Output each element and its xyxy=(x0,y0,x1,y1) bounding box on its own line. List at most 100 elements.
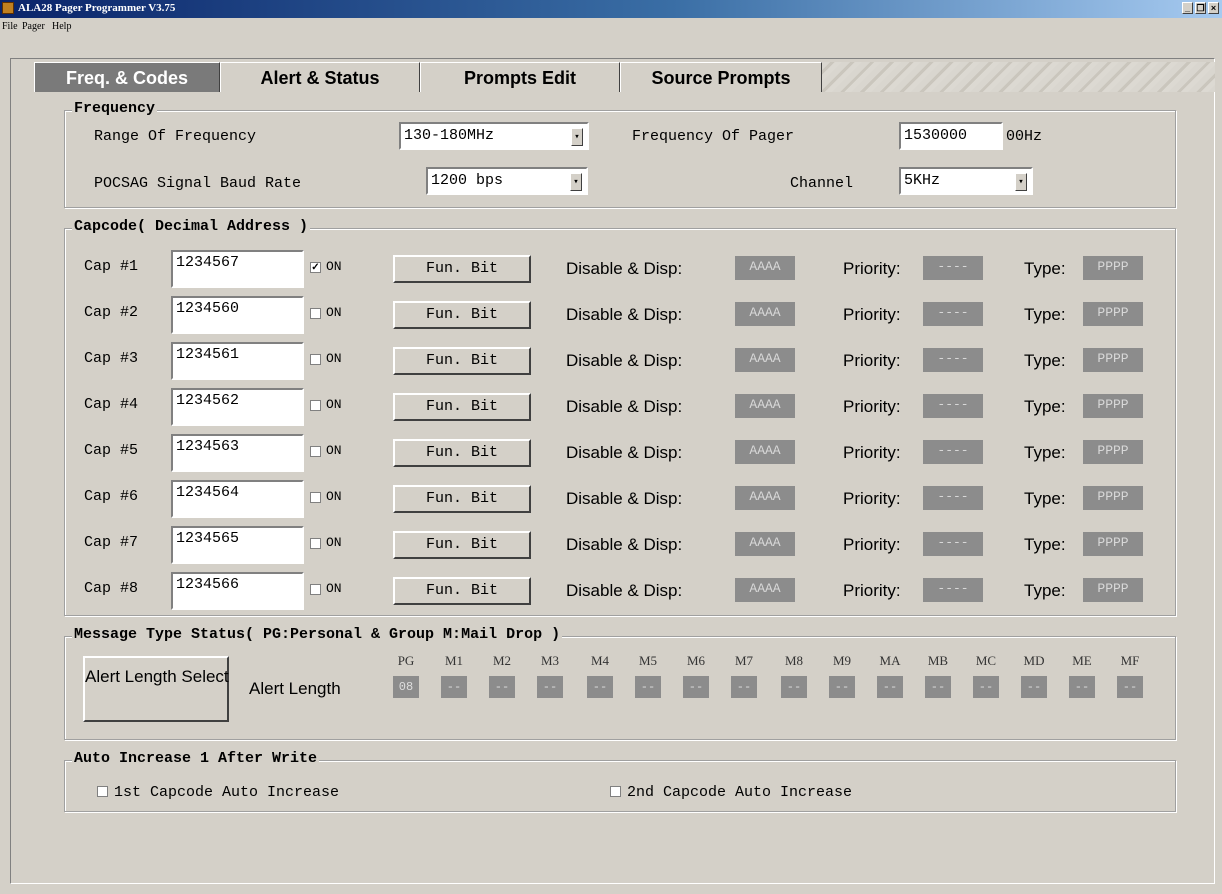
disable-disp-value[interactable]: AAAA xyxy=(735,394,795,418)
disable-disp-value[interactable]: AAAA xyxy=(735,578,795,602)
fun-bit-button[interactable]: Fun. Bit xyxy=(393,301,531,329)
disable-disp-value[interactable]: AAAA xyxy=(735,532,795,556)
capcode-input[interactable]: 1234562 xyxy=(171,388,304,426)
capcode-input[interactable]: 1234564 xyxy=(171,480,304,518)
capcode-input[interactable]: 1234565 xyxy=(171,526,304,564)
alert-length-value[interactable]: -- xyxy=(587,676,613,698)
dropdown-arrow-icon[interactable]: ▾ xyxy=(571,128,583,146)
capcode-on-checkbox[interactable] xyxy=(310,354,321,365)
fun-bit-button[interactable]: Fun. Bit xyxy=(393,439,531,467)
auto-increase-legend: Auto Increase 1 After Write xyxy=(72,750,320,767)
baud-rate-select[interactable]: 1200 bps ▾ xyxy=(426,167,588,195)
range-of-frequency-select[interactable]: 130-180MHz ▾ xyxy=(399,122,589,150)
disable-disp-value[interactable]: AAAA xyxy=(735,348,795,372)
tab-prompts-edit[interactable]: Prompts Edit xyxy=(420,62,620,92)
type-value[interactable]: PPPP xyxy=(1083,532,1143,556)
priority-value[interactable]: ---- xyxy=(923,302,983,326)
capcode-input[interactable]: 1234560 xyxy=(171,296,304,334)
frequency-of-pager-input[interactable]: 1530000 xyxy=(899,122,1003,150)
alert-length-value[interactable]: -- xyxy=(1069,676,1095,698)
message-type-header: MA xyxy=(879,653,901,668)
menu-pager[interactable]: Pager xyxy=(22,21,45,32)
alert-length-value[interactable]: -- xyxy=(635,676,661,698)
priority-label: Priority: xyxy=(843,259,901,278)
alert-length-value[interactable]: -- xyxy=(489,676,515,698)
capcode-input[interactable]: 1234566 xyxy=(171,572,304,610)
type-value[interactable]: PPPP xyxy=(1083,256,1143,280)
minimize-button[interactable]: _ xyxy=(1182,2,1193,14)
window-title: ALA28 Pager Programmer V3.75 xyxy=(18,2,176,14)
capcode-input[interactable]: 1234563 xyxy=(171,434,304,472)
maximize-button[interactable]: ❐ xyxy=(1195,2,1206,14)
type-label: Type: xyxy=(1024,489,1066,508)
alert-length-value[interactable]: -- xyxy=(781,676,807,698)
message-type-header: M2 xyxy=(492,653,512,668)
first-capcode-auto-increase-checkbox[interactable] xyxy=(97,786,108,797)
dropdown-arrow-icon[interactable]: ▾ xyxy=(1015,173,1027,191)
alert-length-value[interactable]: -- xyxy=(683,676,709,698)
priority-value[interactable]: ---- xyxy=(923,394,983,418)
menu-bar: File Pager Help xyxy=(0,20,1222,36)
channel-select[interactable]: 5KHz ▾ xyxy=(899,167,1033,195)
alert-length-value[interactable]: -- xyxy=(731,676,757,698)
type-value[interactable]: PPPP xyxy=(1083,394,1143,418)
capcode-row-label: Cap #1 xyxy=(84,258,139,275)
capcode-on-label: ON xyxy=(326,535,342,550)
menu-file[interactable]: File xyxy=(2,21,18,32)
fun-bit-button[interactable]: Fun. Bit xyxy=(393,485,531,513)
disable-disp-label: Disable & Disp: xyxy=(566,581,683,600)
tab-alert-status[interactable]: Alert & Status xyxy=(220,62,420,92)
disable-disp-value[interactable]: AAAA xyxy=(735,302,795,326)
tab-freq-codes[interactable]: Freq. & Codes xyxy=(34,62,220,92)
capcode-on-checkbox[interactable] xyxy=(310,538,321,549)
alert-length-value[interactable]: -- xyxy=(1021,676,1047,698)
type-label: Type: xyxy=(1024,535,1066,554)
disable-disp-value[interactable]: AAAA xyxy=(735,486,795,510)
type-value[interactable]: PPPP xyxy=(1083,578,1143,602)
capcode-on-checkbox[interactable] xyxy=(310,446,321,457)
message-type-header: M3 xyxy=(540,653,560,668)
fun-bit-button[interactable]: Fun. Bit xyxy=(393,393,531,421)
alert-length-value[interactable]: -- xyxy=(1117,676,1143,698)
capcode-on-checkbox[interactable] xyxy=(310,308,321,319)
tab-source-prompts[interactable]: Source Prompts xyxy=(620,62,822,92)
alert-length-value[interactable]: -- xyxy=(441,676,467,698)
type-value[interactable]: PPPP xyxy=(1083,486,1143,510)
capcode-row-label: Cap #4 xyxy=(84,396,139,413)
alert-length-value[interactable]: -- xyxy=(877,676,903,698)
priority-value[interactable]: ---- xyxy=(923,440,983,464)
second-capcode-auto-increase-checkbox[interactable] xyxy=(610,786,621,797)
type-value[interactable]: PPPP xyxy=(1083,302,1143,326)
alert-length-value[interactable]: -- xyxy=(973,676,999,698)
disable-disp-value[interactable]: AAAA xyxy=(735,440,795,464)
fun-bit-button[interactable]: Fun. Bit xyxy=(393,255,531,283)
type-label: Type: xyxy=(1024,351,1066,370)
priority-value[interactable]: ---- xyxy=(923,348,983,372)
alert-length-value[interactable]: -- xyxy=(829,676,855,698)
capcode-input[interactable]: 1234567 xyxy=(171,250,304,288)
alert-length-value[interactable]: 08 xyxy=(393,676,419,698)
alert-length-value[interactable]: -- xyxy=(925,676,951,698)
capcode-on-checkbox[interactable] xyxy=(310,584,321,595)
disable-disp-value[interactable]: AAAA xyxy=(735,256,795,280)
capcode-input[interactable]: 1234561 xyxy=(171,342,304,380)
type-value[interactable]: PPPP xyxy=(1083,440,1143,464)
type-value[interactable]: PPPP xyxy=(1083,348,1143,372)
fun-bit-button[interactable]: Fun. Bit xyxy=(393,531,531,559)
app-icon xyxy=(2,2,14,14)
message-type-header: MB xyxy=(927,653,949,668)
alert-length-value[interactable]: -- xyxy=(537,676,563,698)
capcode-on-checkbox[interactable] xyxy=(310,492,321,503)
priority-value[interactable]: ---- xyxy=(923,578,983,602)
priority-value[interactable]: ---- xyxy=(923,532,983,556)
priority-value[interactable]: ---- xyxy=(923,256,983,280)
capcode-on-checkbox[interactable]: ✓ xyxy=(310,262,321,273)
alert-length-select-button[interactable]: Alert Length Select xyxy=(83,656,229,722)
close-button[interactable]: × xyxy=(1208,2,1219,14)
dropdown-arrow-icon[interactable]: ▾ xyxy=(570,173,582,191)
priority-value[interactable]: ---- xyxy=(923,486,983,510)
fun-bit-button[interactable]: Fun. Bit xyxy=(393,577,531,605)
fun-bit-button[interactable]: Fun. Bit xyxy=(393,347,531,375)
capcode-on-checkbox[interactable] xyxy=(310,400,321,411)
menu-help[interactable]: Help xyxy=(52,21,71,32)
